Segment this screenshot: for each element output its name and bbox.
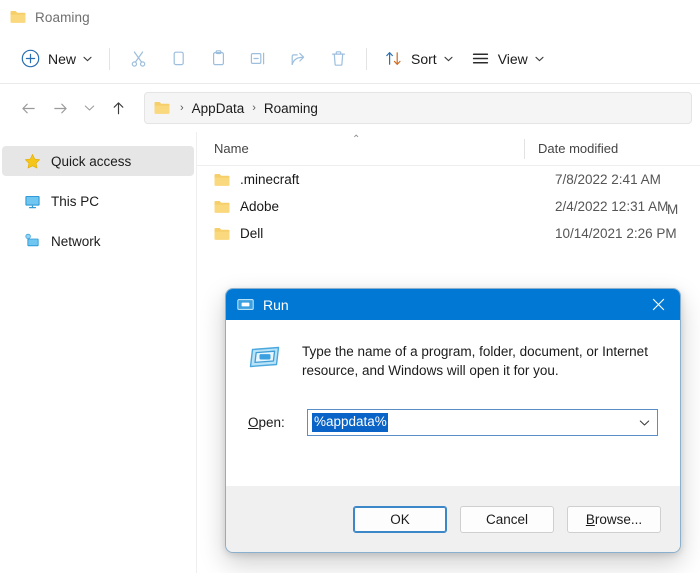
delete-button[interactable]: [318, 42, 358, 76]
new-button-label: New: [48, 50, 77, 67]
sidebar-item-label: This PC: [51, 193, 100, 209]
file-name: Adobe: [240, 199, 280, 214]
sidebar-item-quick-access[interactable]: Quick access: [2, 146, 194, 176]
view-button[interactable]: View: [462, 42, 553, 76]
window-title-bar: Roaming: [0, 0, 700, 34]
toolbar-divider-2: [366, 47, 368, 70]
paste-button[interactable]: [198, 42, 238, 76]
file-date-modified: 10/14/2021 2:26 PM: [555, 226, 677, 241]
chevron-down-icon: [444, 56, 453, 62]
cut-button[interactable]: [118, 42, 158, 76]
copy-button[interactable]: [158, 42, 198, 76]
arrow-up-icon: [110, 100, 127, 117]
toolbar-divider: [109, 47, 111, 70]
sort-ascending-indicator: ⌃: [352, 134, 361, 145]
file-date-modified: 7/8/2022 2:41 AM: [555, 172, 661, 187]
sort-button[interactable]: Sort: [375, 42, 462, 76]
file-explorer-window: Roaming New Sort View › AppData › Roamin…: [0, 0, 700, 573]
sidebar-item-label: Network: [51, 233, 101, 249]
command-bar: New Sort View: [0, 34, 700, 84]
rename-button[interactable]: [238, 42, 278, 76]
up-button[interactable]: [102, 92, 134, 124]
sidebar-item-label: Quick access: [51, 153, 132, 169]
folder-icon: [214, 199, 230, 215]
navigation-pane: Quick access This PC Network: [0, 132, 197, 573]
recent-locations-button[interactable]: [76, 92, 102, 124]
chevron-down-icon: [83, 56, 92, 62]
breadcrumb-separator: ›: [180, 102, 184, 114]
share-icon: [289, 49, 308, 68]
star-icon: [22, 151, 42, 171]
run-dialog-open-row: Open: %appdata%: [248, 409, 658, 436]
breadcrumb-roaming[interactable]: Roaming: [262, 101, 320, 116]
open-field-label: Open:: [248, 415, 307, 430]
sidebar-item-network[interactable]: Network: [2, 226, 194, 256]
run-dialog-title-bar[interactable]: Run: [226, 289, 680, 320]
folder-icon: [10, 10, 26, 24]
table-row[interactable]: .minecraft 7/8/2022 2:41 AM: [197, 166, 700, 193]
view-button-label: View: [497, 50, 528, 67]
sidebar-item-this-pc[interactable]: This PC: [2, 186, 194, 216]
chevron-down-icon[interactable]: [631, 419, 657, 427]
sort-arrows-icon: [384, 49, 403, 68]
column-header-date-modified[interactable]: Date modified: [525, 141, 618, 156]
folder-icon: [154, 101, 170, 115]
window-title-text: Roaming: [35, 9, 90, 25]
browse-label-rest: rowse...: [594, 511, 643, 527]
column-header-name[interactable]: Name ⌃: [197, 132, 524, 165]
arrow-left-icon: [20, 100, 37, 117]
clipboard-icon: [209, 49, 228, 68]
arrow-right-icon: [52, 100, 69, 117]
occluded-row-fragment: M: [667, 202, 679, 217]
address-bar[interactable]: › AppData › Roaming: [144, 92, 692, 124]
plus-circle-icon: [21, 49, 40, 68]
browse-button[interactable]: Browse...: [567, 505, 661, 533]
scissors-icon: [129, 49, 148, 68]
breadcrumb-separator-2: ›: [252, 102, 256, 114]
new-button[interactable]: New: [12, 42, 101, 76]
open-accelerator: O: [248, 415, 259, 430]
run-dialog: Run Type the name of a program, folder, …: [225, 288, 681, 553]
sort-button-label: Sort: [411, 50, 437, 67]
run-dialog-title: Run: [263, 296, 289, 313]
monitor-icon: [22, 191, 42, 211]
folder-icon: [214, 226, 230, 242]
breadcrumb-appdata[interactable]: AppData: [190, 101, 247, 116]
open-label-rest: pen:: [258, 415, 285, 430]
file-date-modified: 2/4/2022 12:31 AM: [555, 199, 669, 214]
run-dialog-description: Type the name of a program, folder, docu…: [302, 344, 648, 378]
run-icon-large: [248, 343, 282, 371]
navigation-bar: › AppData › Roaming: [0, 84, 700, 132]
browse-accelerator: B: [585, 511, 595, 527]
table-row[interactable]: Adobe 2/4/2022 12:31 AM: [197, 193, 700, 220]
run-dialog-button-bar: OK Cancel Browse...: [226, 486, 680, 552]
file-rows: .minecraft 7/8/2022 2:41 AM Adobe 2/4/20…: [197, 166, 700, 247]
file-name: Dell: [240, 226, 264, 241]
open-input-value: %appdata%: [312, 413, 388, 432]
chevron-down-icon: [535, 56, 544, 62]
back-button[interactable]: [12, 92, 44, 124]
cancel-button[interactable]: Cancel: [460, 505, 554, 533]
ok-button[interactable]: OK: [353, 505, 447, 533]
share-button[interactable]: [278, 42, 318, 76]
rename-icon: [249, 49, 268, 68]
network-icon: [22, 231, 42, 251]
chevron-down-icon: [84, 104, 95, 112]
column-headers: Name ⌃ Date modified: [197, 132, 700, 166]
run-icon: [237, 298, 254, 311]
table-row[interactable]: Dell 10/14/2021 2:26 PM: [197, 220, 700, 247]
run-dialog-content: Type the name of a program, folder, docu…: [226, 320, 680, 486]
hamburger-lines-icon: [471, 49, 490, 68]
open-input[interactable]: %appdata%: [307, 409, 658, 436]
forward-button[interactable]: [44, 92, 76, 124]
trash-icon: [329, 49, 348, 68]
file-name: .minecraft: [240, 172, 300, 187]
run-dialog-description-row: Type the name of a program, folder, docu…: [248, 342, 658, 380]
copy-icon: [169, 49, 188, 68]
close-icon[interactable]: [636, 289, 680, 320]
folder-icon: [214, 172, 230, 188]
column-header-name-label: Name: [214, 141, 249, 156]
